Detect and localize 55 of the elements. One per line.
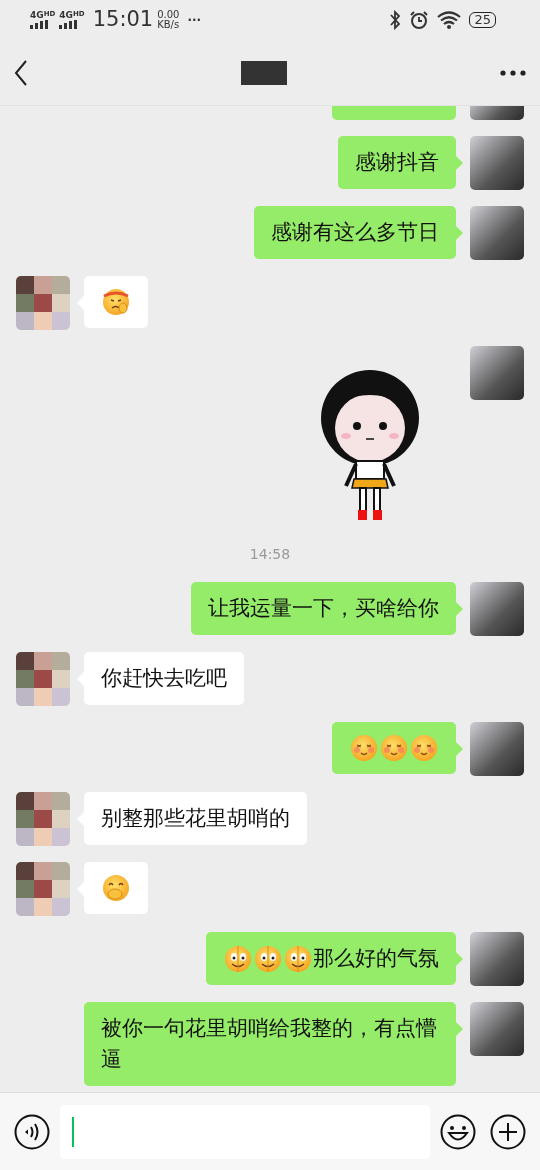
clock-time: 15:01 xyxy=(92,6,154,34)
signal-icon xyxy=(59,20,80,29)
message-bubble: 让我运量一下，买啥给你 xyxy=(191,582,456,635)
more-button[interactable] xyxy=(500,69,526,76)
emoji-button[interactable] xyxy=(440,1113,476,1150)
blushing-face-icon xyxy=(349,733,379,763)
back-button[interactable] xyxy=(14,59,28,86)
avatar-photo[interactable] xyxy=(470,722,524,776)
text-cursor xyxy=(72,1116,74,1147)
network-label: 4G xyxy=(30,11,44,20)
avatar-photo[interactable] xyxy=(470,206,524,260)
bubble-tail xyxy=(456,602,463,616)
voice-icon xyxy=(14,1113,50,1150)
bubble-tail xyxy=(456,226,463,240)
plus-icon xyxy=(490,1113,526,1150)
message-text: 那么好的气氛 xyxy=(313,945,439,972)
avatar-photo[interactable] xyxy=(470,1002,524,1056)
speed-unit: KB/s xyxy=(157,20,180,31)
battery-indicator: 25 xyxy=(469,12,496,28)
message-bubble: 感谢抖音 xyxy=(338,136,456,189)
message-input-field[interactable] xyxy=(60,1104,430,1159)
avatar-photo[interactable] xyxy=(470,346,524,400)
message-bubble: 你赶快去吃吧 xyxy=(84,652,244,705)
alarm-clock-icon xyxy=(409,10,430,30)
pixelated-avatar[interactable] xyxy=(16,862,70,916)
voice-button[interactable] xyxy=(14,1113,50,1150)
blushing-face-icon xyxy=(409,733,439,763)
silly-face-icon xyxy=(223,943,253,974)
more-indicator: ··· xyxy=(187,12,202,29)
network-speed: 0.00 xyxy=(157,9,180,20)
smiley-icon xyxy=(440,1113,476,1150)
back-icon xyxy=(14,59,28,86)
wifi-icon xyxy=(437,11,462,29)
network-label: 4G xyxy=(59,11,73,20)
angry-face-icon xyxy=(101,287,131,317)
bubble-tail xyxy=(456,1022,463,1036)
add-button[interactable] xyxy=(490,1113,526,1150)
more-icon xyxy=(500,69,526,76)
signal-icon xyxy=(30,20,50,29)
message-bubble: 别整那些花里胡哨的 xyxy=(84,792,307,845)
silly-face-icon xyxy=(283,943,313,974)
pixelated-avatar[interactable] xyxy=(16,276,70,330)
message-bubble: 感谢有这么多节日 xyxy=(254,206,456,259)
avatar-photo[interactable] xyxy=(470,136,524,190)
giggling-face-icon xyxy=(101,873,131,903)
message-bubble: 被你一句花里胡哨给我整的，有点懵逼 xyxy=(84,1002,456,1086)
timestamp: 14:58 xyxy=(249,546,291,562)
pixelated-avatar[interactable] xyxy=(16,652,70,706)
silly-face-icon xyxy=(253,943,283,974)
bluetooth-icon xyxy=(389,10,402,30)
pixelated-avatar[interactable] xyxy=(16,792,70,846)
bubble-tail xyxy=(456,156,463,170)
blushing-face-icon xyxy=(379,733,409,763)
avatar-photo[interactable] xyxy=(470,582,524,636)
avatar-photo[interactable] xyxy=(470,932,524,986)
